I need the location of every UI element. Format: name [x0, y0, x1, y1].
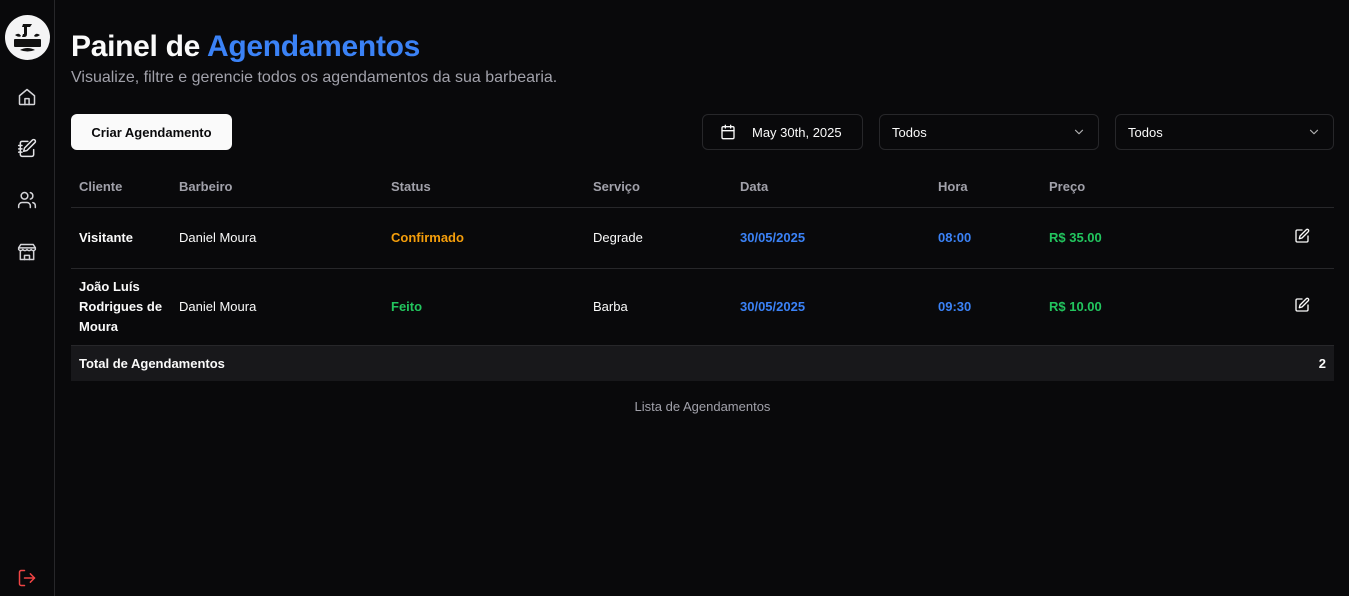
chevron-down-icon: [1309, 129, 1319, 135]
table-caption: Lista de Agendamentos: [634, 399, 771, 414]
column-header-servico[interactable]: Serviço: [585, 166, 732, 208]
appointments-table: Cliente Barbeiro Status Serviço Data Hor…: [71, 166, 1334, 381]
cell-data: 30/05/2025: [732, 207, 930, 269]
table-header-row: Cliente Barbeiro Status Serviço Data Hor…: [71, 166, 1334, 208]
store-icon[interactable]: [15, 240, 39, 264]
cell-actions: [1274, 207, 1334, 269]
users-icon[interactable]: [15, 188, 39, 212]
column-header-status[interactable]: Status: [383, 166, 585, 208]
date-picker-label: May 30th, 2025: [752, 124, 842, 140]
footer-total-count: 2: [1274, 345, 1334, 381]
cell-hora: 08:00: [930, 207, 1041, 269]
date-picker-button[interactable]: May 30th, 2025: [702, 114, 863, 150]
table-row[interactable]: João Luís Rodrigues de Moura Daniel Mour…: [71, 268, 1334, 346]
column-header-hora[interactable]: Hora: [930, 166, 1041, 208]
calendar-icon: [721, 124, 735, 140]
page-title-prefix: Painel de: [71, 30, 201, 63]
home-icon[interactable]: [15, 85, 39, 109]
brand-logo[interactable]: [5, 15, 50, 60]
cell-preco: R$ 35.00: [1041, 207, 1274, 269]
cell-servico: Degrade: [585, 207, 732, 269]
status-badge: Feito: [383, 268, 585, 346]
filter-select-2[interactable]: Todos: [1115, 114, 1334, 150]
chevron-down-icon: [1074, 129, 1084, 135]
filter-select-2-value: Todos: [1128, 124, 1163, 140]
column-header-barbeiro[interactable]: Barbeiro: [171, 166, 383, 208]
sidebar: [0, 0, 55, 596]
cell-barbeiro: Daniel Moura: [171, 207, 383, 269]
column-header-cliente[interactable]: Cliente: [71, 166, 171, 208]
status-badge: Confirmado: [383, 207, 585, 269]
cell-actions: [1274, 268, 1334, 346]
cell-data: 30/05/2025: [732, 268, 930, 346]
column-header-data[interactable]: Data: [732, 166, 930, 208]
column-header-preco[interactable]: Preço: [1041, 166, 1274, 208]
filter-select-1[interactable]: Todos: [879, 114, 1099, 150]
edit-icon[interactable]: [1294, 228, 1310, 244]
edit-icon[interactable]: [1294, 297, 1310, 313]
page-subtitle: Visualize, filtre e gerencie todos os ag…: [71, 69, 558, 86]
create-appointment-button[interactable]: Criar Agendamento: [71, 114, 232, 150]
page-title: Painel de Agendamentos: [71, 30, 420, 64]
table-footer-row: Total de Agendamentos 2: [71, 345, 1334, 381]
cell-hora: 09:30: [930, 268, 1041, 346]
cell-cliente: João Luís Rodrigues de Moura: [71, 268, 171, 346]
cell-servico: Barba: [585, 268, 732, 346]
cell-cliente: Visitante: [71, 207, 171, 269]
logout-icon[interactable]: [15, 566, 39, 590]
table-row[interactable]: Visitante Daniel Moura Confirmado Degrad…: [71, 207, 1334, 269]
notebook-pen-icon[interactable]: [15, 136, 39, 160]
filter-select-1-value: Todos: [892, 124, 927, 140]
page-title-accent: Agendamentos: [206, 30, 421, 63]
footer-total-label: Total de Agendamentos: [71, 345, 1274, 381]
cell-preco: R$ 10.00: [1041, 268, 1274, 346]
column-header-actions: [1274, 166, 1334, 208]
cell-barbeiro: Daniel Moura: [171, 268, 383, 346]
